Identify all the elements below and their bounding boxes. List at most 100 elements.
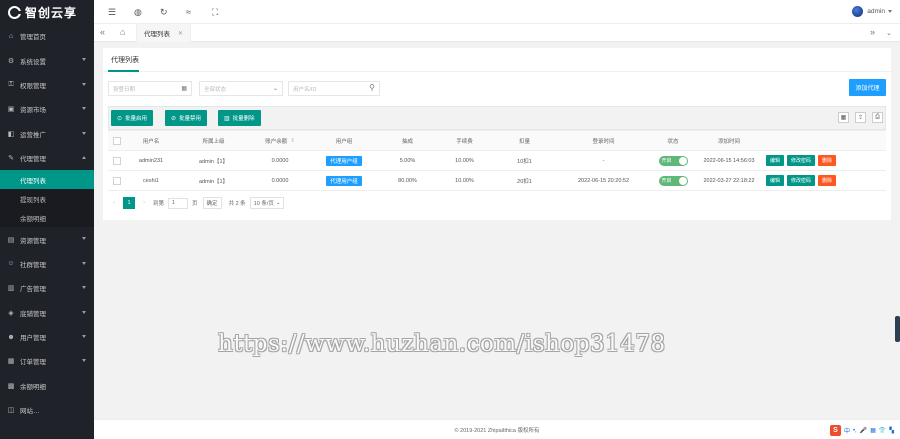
select-all-checkbox[interactable] [113, 136, 121, 145]
change-password-button[interactable]: 修改密码 [787, 175, 816, 186]
sidebar-item-agents[interactable]: ✎ 代理管理 [0, 146, 94, 170]
check-circle-icon: ⊙ [117, 115, 123, 122]
batch-delete-button[interactable]: ▥ 批量删除 [218, 110, 261, 126]
sort-icon[interactable]: ⇕ [290, 138, 295, 144]
batch-enable-button[interactable]: ⊙ 批量启用 [111, 110, 154, 126]
col-deduct[interactable]: 扣量 [493, 131, 556, 150]
sidebar-item-orders[interactable]: ▦ 订单管理 [0, 349, 94, 373]
order-icon: ▦ [7, 358, 15, 366]
add-agent-button[interactable]: 添加代理 [849, 79, 886, 96]
cell-deduct: 10扣1 [517, 158, 532, 165]
content-card: 代理列表 按登日期 ▦ 全部状态 ⌄ 用户名/ID ⚲ 添加代理 ⊙ 批量启用 ⊘… [103, 48, 891, 220]
brand-name: 智创云享 [25, 5, 78, 20]
sidebar-item-market[interactable]: ▣ 资源市场 [0, 97, 94, 121]
per-page-select[interactable]: 10 条/页 ⌄ [249, 197, 285, 209]
refresh-icon[interactable]: ↻ [160, 7, 168, 18]
search-input[interactable]: 用户名/ID ⚲ [288, 81, 380, 96]
total-count: 共 2 条 [228, 201, 246, 207]
sidebar-item-resources[interactable]: ▤ 资源管理 [0, 227, 94, 251]
columns-filter-icon[interactable]: ▦ [838, 112, 849, 123]
tab-scroll-right-icon[interactable]: » [870, 27, 875, 37]
gear-icon: ⚙ [7, 57, 15, 65]
sidebar-item-users[interactable]: ☻ 用户管理 [0, 325, 94, 349]
calendar-icon: ▦ [181, 86, 187, 92]
col-balance[interactable]: 账户余额 ⇕ [251, 131, 309, 150]
sidebar-subitem-agent-list[interactable]: 代理列表 [0, 170, 94, 190]
fullscreen-icon[interactable]: ⛶ [212, 7, 218, 18]
user-menu[interactable]: admin [852, 6, 892, 17]
globe-icon[interactable]: ◍ [134, 7, 142, 18]
divider [103, 71, 891, 72]
chevron-down-icon [82, 58, 86, 62]
home-tab-icon[interactable]: ⌂ [120, 27, 125, 37]
search-icon[interactable]: ⚲ [369, 83, 375, 92]
chevron-down-icon: ⌄ [275, 200, 281, 206]
sidebar-subitem-withdraw-list[interactable]: 提现列表 [0, 189, 94, 208]
delete-button[interactable]: 删除 [818, 175, 837, 186]
sidebar-subnav: 代理列表 提现列表 余额明细 [0, 170, 94, 228]
col-username[interactable]: 用户名 [126, 131, 176, 150]
status-toggle[interactable]: 开启 [658, 155, 688, 166]
page-unit-label: 页 [192, 201, 198, 207]
brand-logo[interactable]: 智创云享 [0, 0, 94, 24]
page-1-button[interactable]: 1 [123, 197, 135, 209]
sidebar-item-ads[interactable]: ▥ 广告管理 [0, 276, 94, 300]
cell-commission: 80.00% [398, 177, 417, 184]
batch-disable-button[interactable]: ⊘ 批量禁用 [165, 110, 208, 126]
agent-table: 用户名 所属上级 账户余额 ⇕ 用户组 抽成 手续费 扣量 登录时间 状态 添加时… [108, 130, 886, 191]
cell-parent: admin【1】 [198, 158, 229, 165]
tab-menu-icon[interactable]: ⌄ [886, 29, 892, 37]
punctuation-icon: •, [852, 427, 857, 434]
goto-label: 到第 [153, 201, 165, 207]
sidebar-item-shop[interactable]: ◈ 底铺管理 [0, 301, 94, 325]
status-select[interactable]: 全部状态 ⌄ [199, 81, 283, 96]
sidebar-item-site[interactable]: ◫ 网站… [0, 398, 94, 422]
confirm-page-button[interactable]: 确定 [202, 197, 222, 209]
prev-page-icon[interactable]: ‹ [108, 197, 120, 209]
col-group[interactable]: 用户组 [309, 131, 379, 150]
caret-down-icon [888, 10, 892, 13]
change-password-button[interactable]: 修改密码 [787, 155, 816, 166]
close-icon[interactable]: ✕ [178, 30, 183, 37]
export-icon[interactable]: ⇪ [855, 112, 866, 123]
folder-icon: ▤ [7, 236, 15, 244]
print-icon[interactable]: ⎙ [872, 112, 883, 123]
agent-icon: ✎ [8, 155, 14, 163]
row-checkbox[interactable] [113, 176, 121, 185]
sidebar-item-home[interactable]: ⌂ 管理首页 [0, 24, 94, 48]
sidebar-item-permissions[interactable]: ⚿ 权限管理 [0, 73, 94, 97]
clear-cache-icon[interactable]: ≈ [186, 7, 191, 17]
edit-button[interactable]: 编辑 [766, 155, 785, 166]
home-icon: ⌂ [8, 32, 14, 40]
col-commission[interactable]: 抽成 [379, 131, 436, 150]
next-page-icon[interactable]: › [138, 197, 150, 209]
delete-button[interactable]: 删除 [818, 155, 837, 166]
sidebar-item-community[interactable]: ☺ 社群管理 [0, 252, 94, 276]
sidebar-item-wallet[interactable]: ▩ 余额明细 [0, 374, 94, 398]
keyboard-icon: ▦ [870, 428, 876, 434]
col-parent[interactable]: 所属上级 [176, 131, 251, 150]
col-login-time[interactable]: 登录时间 [556, 131, 651, 150]
col-fee[interactable]: 手续费 [436, 131, 493, 150]
page-number-input[interactable]: 1 [168, 197, 189, 209]
sidebar-subitem-balance-detail[interactable]: 余额明细 [0, 208, 94, 227]
group-badge: 代理用户组 [326, 155, 362, 166]
row-checkbox[interactable] [113, 156, 121, 165]
tab-agent-list[interactable]: 代理列表 ✕ [136, 24, 192, 42]
col-status[interactable]: 状态 [651, 131, 695, 150]
tab-scroll-left-icon[interactable]: « [100, 27, 105, 37]
edit-button[interactable]: 编辑 [766, 175, 785, 186]
menu-toggle-icon[interactable]: ☰ [108, 7, 116, 18]
sidebar-item-settings[interactable]: ⚙ 系统设置 [0, 48, 94, 72]
cell-balance: 0.0000 [271, 177, 289, 184]
date-filter-input[interactable]: 按登日期 ▦ [108, 81, 192, 96]
sogou-ime-icon: S [829, 425, 841, 436]
status-toggle[interactable]: 开启 [658, 175, 688, 186]
chevron-up-icon [82, 155, 86, 159]
ime-toolbar[interactable]: S 中 •, 🎤 ▦ 👕 ▚ [829, 425, 894, 436]
sidebar-item-promotion[interactable]: ◧ 运营推广 [0, 122, 94, 146]
cell-added-time: 2022-06-15 14:56:03 [703, 157, 755, 164]
cell-balance: 0.0000 [271, 157, 289, 164]
scrollbar-thumb[interactable] [895, 316, 900, 342]
col-added-time[interactable]: 添加时间 [695, 131, 763, 150]
